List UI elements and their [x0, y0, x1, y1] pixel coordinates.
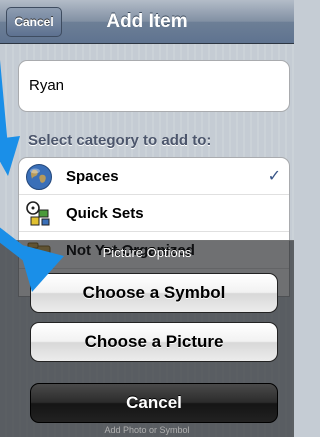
- choose-picture-button[interactable]: Choose a Picture: [30, 322, 278, 362]
- checkmark-icon: ✓: [267, 168, 281, 185]
- navigation-bar: Add Item Cancel: [0, 0, 294, 44]
- cancel-button[interactable]: Cancel: [30, 383, 278, 423]
- item-name-field[interactable]: Ryan: [18, 60, 290, 112]
- category-label: Spaces: [66, 168, 119, 185]
- choose-symbol-button[interactable]: Choose a Symbol: [30, 273, 278, 313]
- quick-sets-icon: [26, 201, 50, 226]
- action-sheet-footer-text: Add Photo or Symbol: [104, 425, 190, 435]
- category-section-header: Select category to add to:: [28, 132, 212, 149]
- action-sheet-title: Picture Options: [102, 245, 192, 260]
- picture-options-action-sheet: Picture Options Choose a Symbol Choose a…: [0, 240, 294, 437]
- nav-cancel-button[interactable]: Cancel: [6, 7, 62, 37]
- category-row-spaces[interactable]: Spaces ✓: [19, 158, 289, 195]
- category-row-quick-sets[interactable]: Quick Sets: [19, 195, 289, 232]
- category-label: Quick Sets: [66, 205, 144, 222]
- globe-icon: [26, 164, 52, 190]
